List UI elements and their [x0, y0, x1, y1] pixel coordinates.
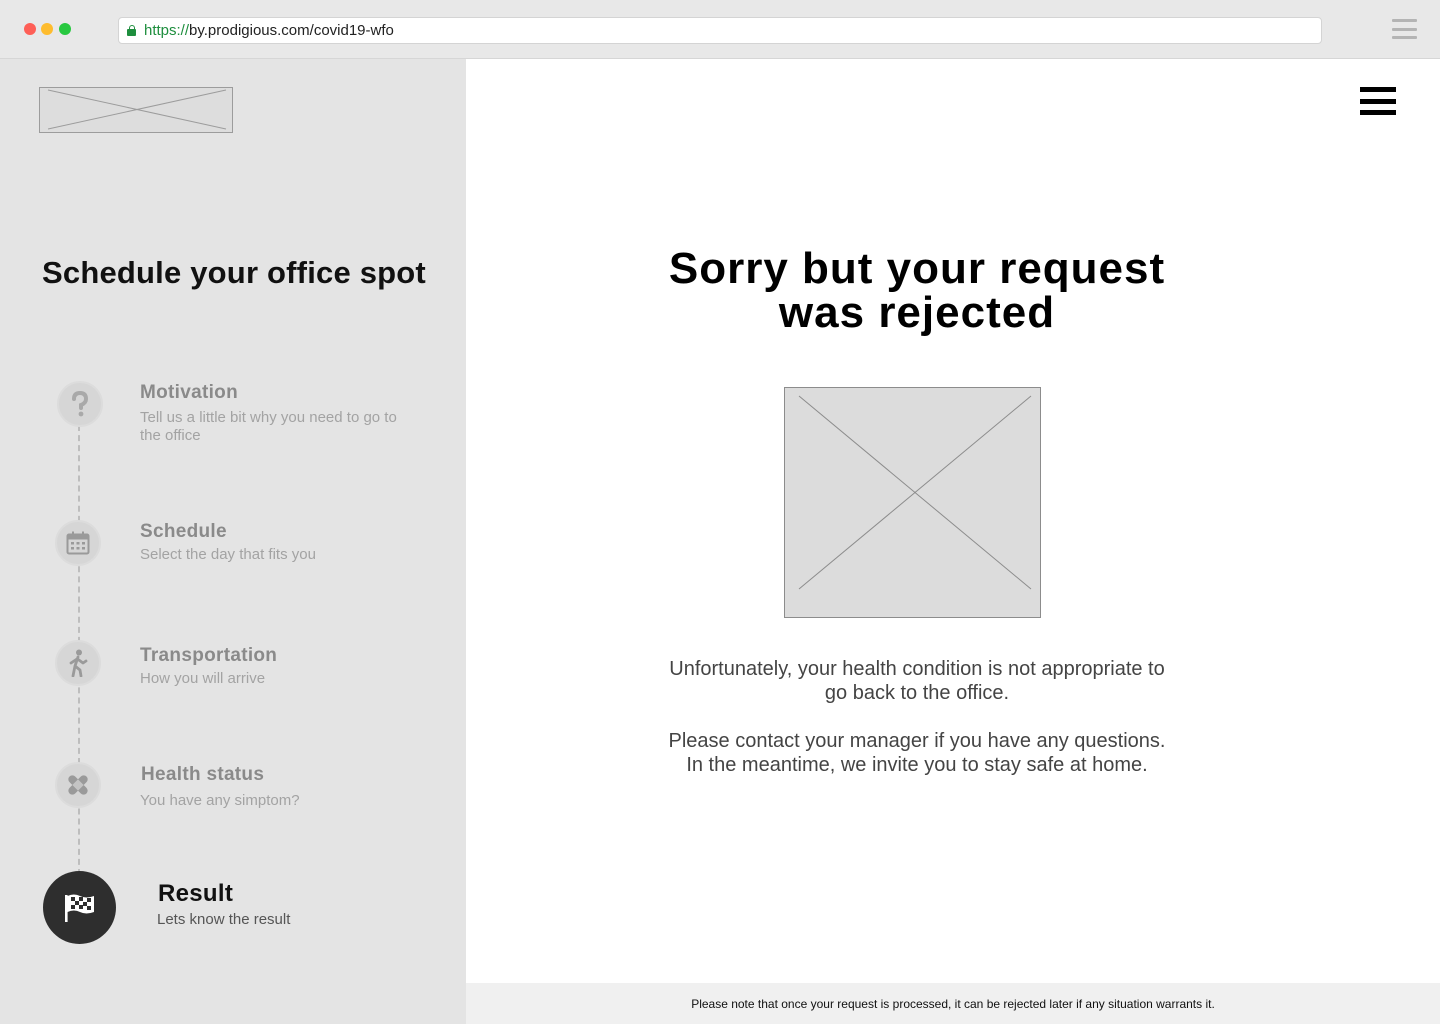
question-icon [57, 381, 103, 427]
image-placeholder [784, 387, 1041, 618]
address-bar[interactable]: https://by.prodigious.com/covid19-wfo [118, 17, 1322, 44]
contact-message: Please contact your manager if you have … [656, 729, 1178, 777]
browser-toolbar: https://by.prodigious.com/covid19-wfo [0, 0, 1440, 59]
sidebar: Schedule your office spot Motivation Tel… [0, 59, 466, 1024]
menu-icon[interactable] [1360, 87, 1396, 115]
main-content: Sorry but your request was rejected Unfo… [466, 59, 1440, 1024]
footer-note: Please note that once your request is pr… [466, 983, 1440, 1024]
sidebar-title: Schedule your office spot [42, 255, 426, 290]
page-title-line1: Sorry but your request [668, 244, 1166, 293]
contact-message-line1: Please contact your manager if you have … [668, 730, 1166, 752]
window-minimize-button[interactable] [41, 23, 53, 35]
lock-icon [127, 25, 136, 36]
checkered-flag-icon [43, 871, 116, 944]
step-desc-schedule: Select the day that fits you [140, 546, 316, 563]
step-title-transportation: Transportation [140, 645, 278, 666]
walking-person-icon [55, 640, 101, 686]
step-title-motivation: Motivation [140, 382, 238, 403]
logo-placeholder [39, 87, 233, 133]
bandage-icon [55, 762, 101, 808]
window-close-button[interactable] [24, 23, 36, 35]
contact-message-line2: In the meantime, we invite you to stay s… [686, 754, 1148, 776]
step-title-health-status: Health status [141, 764, 265, 785]
url-scheme: https:// [144, 22, 190, 39]
page-title-line2: was rejected [778, 288, 1056, 337]
step-desc-motivation: Tell us a little bit why you need to go … [140, 409, 397, 444]
step-title-schedule: Schedule [140, 521, 227, 542]
step-desc-transportation: How you will arrive [140, 670, 266, 687]
rejection-message: Unfortunately, your health condition is … [669, 658, 1165, 704]
page-title: Sorry but your request was rejected [616, 247, 1218, 335]
browser-menu-icon[interactable] [1392, 19, 1417, 39]
step-title-result: Result [158, 880, 234, 907]
calendar-icon [55, 520, 101, 566]
step-desc-result: Lets know the result [157, 911, 291, 928]
window-maximize-button[interactable] [59, 23, 71, 35]
url-text: by.prodigious.com/covid19-wfo [189, 22, 394, 39]
step-desc-health-status: You have any simptom? [140, 792, 300, 809]
